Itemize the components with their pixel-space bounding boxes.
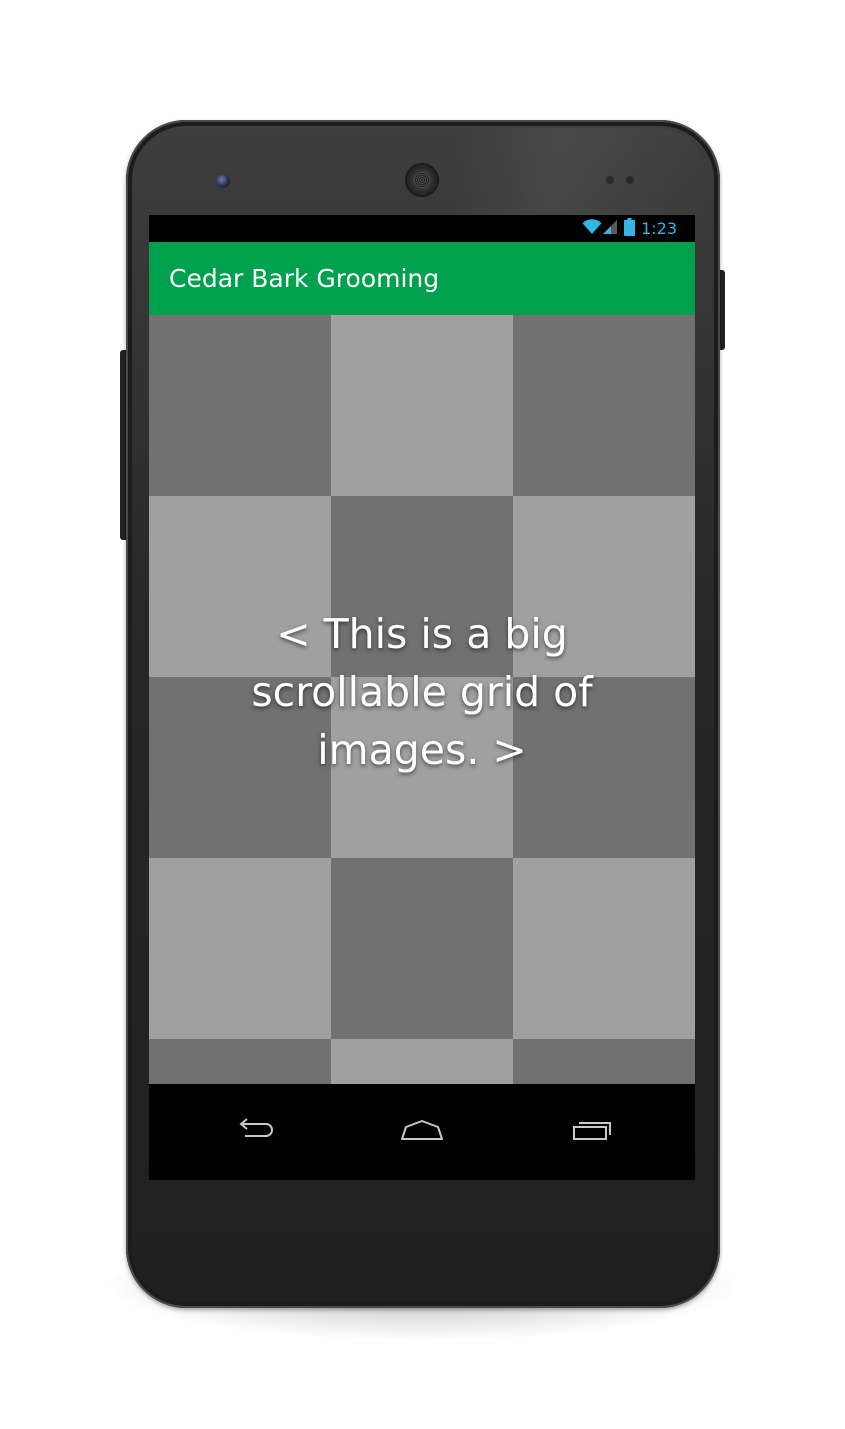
back-button[interactable] [225,1112,285,1152]
cell-signal-icon [602,219,618,239]
status-bar: 1:23 [149,215,695,242]
wifi-icon [582,219,602,239]
front-camera [216,174,230,188]
app-title: Cedar Bark Grooming [169,264,440,293]
screen: 1:23 Cedar Bark Grooming < This is a big… [149,215,695,1180]
home-button[interactable] [392,1112,452,1152]
grid-tile[interactable] [513,858,695,1039]
grid-tile[interactable] [149,1039,331,1084]
recent-apps-icon [570,1118,612,1146]
grid-caption: < This is a big scrollable grid of image… [251,610,593,774]
grid-tile[interactable] [331,858,513,1039]
grid-tile[interactable] [513,315,695,496]
grid-tile[interactable] [331,1039,513,1084]
app-bar: Cedar Bark Grooming [149,242,695,315]
back-icon [235,1118,275,1146]
battery-icon [624,218,636,240]
proximity-sensor [606,176,614,184]
stage: 1:23 Cedar Bark Grooming < This is a big… [0,0,845,1429]
recent-apps-button[interactable] [561,1112,621,1152]
status-icons: 1:23 [582,218,677,240]
home-icon [400,1118,444,1146]
navigation-bar [149,1084,695,1180]
light-sensor [626,176,634,184]
image-grid[interactable]: < This is a big scrollable grid of image… [149,315,695,1084]
grid-tile[interactable] [149,858,331,1039]
grid-tile[interactable] [331,315,513,496]
status-clock: 1:23 [641,219,677,238]
earpiece-speaker [407,165,437,195]
grid-tile[interactable] [149,315,331,496]
grid-tile[interactable] [513,1039,695,1084]
